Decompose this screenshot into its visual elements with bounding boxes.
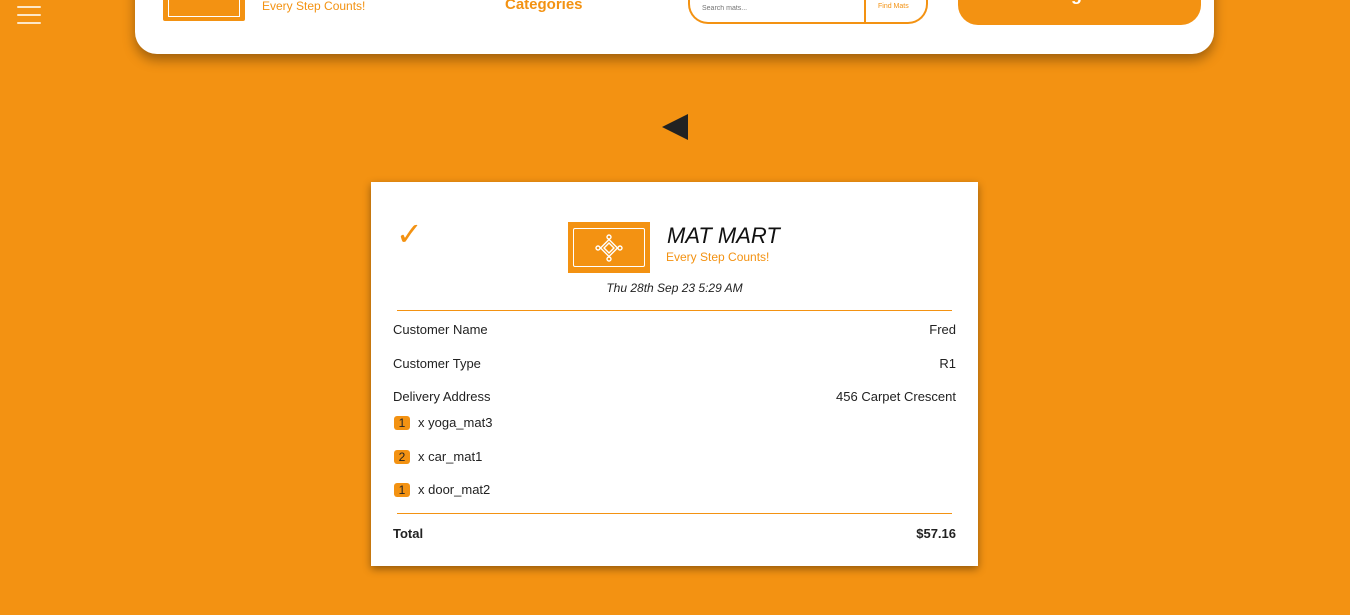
back-arrow-icon[interactable] bbox=[662, 114, 688, 140]
order-receipt: ✓ MAT MART Every Step Counts! Thu 28th S… bbox=[371, 182, 978, 566]
item-name: x door_mat2 bbox=[418, 482, 491, 497]
checkmark-icon: ✓ bbox=[396, 216, 423, 252]
search-divider bbox=[864, 0, 866, 22]
customer-type-row: Customer Type R1 bbox=[393, 356, 956, 371]
quantity-badge: 2 bbox=[394, 450, 410, 464]
field-label: Customer Type bbox=[393, 356, 481, 371]
header-logo-icon[interactable] bbox=[163, 0, 245, 21]
quantity-badge: 1 bbox=[394, 416, 410, 430]
total-row: Total $57.16 bbox=[393, 526, 956, 541]
search-button[interactable]: Find Mats bbox=[878, 3, 909, 10]
categories-button[interactable]: Categories bbox=[505, 0, 583, 13]
search-input[interactable] bbox=[700, 0, 864, 16]
customer-name-row: Customer Name Fred bbox=[393, 322, 956, 337]
field-value: Fred bbox=[929, 322, 956, 337]
field-label: Delivery Address bbox=[393, 389, 491, 404]
receipt-tagline: Every Step Counts! bbox=[666, 250, 770, 264]
search-bar: Find Mats bbox=[688, 0, 928, 24]
item-name: x yoga_mat3 bbox=[418, 415, 493, 430]
total-value: $57.16 bbox=[916, 526, 956, 541]
mat-mart-logo-icon bbox=[568, 222, 650, 273]
field-label: Customer Name bbox=[393, 322, 488, 337]
header-tagline: Every Step Counts! bbox=[262, 0, 366, 13]
delivery-address-row: Delivery Address 456 Carpet Crescent bbox=[393, 389, 956, 404]
field-value: 456 Carpet Crescent bbox=[836, 389, 956, 404]
item-name: x car_mat1 bbox=[418, 449, 483, 464]
divider bbox=[397, 513, 952, 514]
divider bbox=[397, 310, 952, 311]
logout-button[interactable]: Logout bbox=[958, 0, 1201, 25]
receipt-brand-name: MAT MART bbox=[667, 223, 780, 248]
site-header: Every Step Counts! Categories Find Mats … bbox=[135, 0, 1214, 54]
hamburger-menu-icon[interactable] bbox=[17, 6, 41, 26]
list-item: 1 x door_mat2 bbox=[394, 482, 490, 497]
list-item: 2 x car_mat1 bbox=[394, 449, 482, 464]
list-item: 1 x yoga_mat3 bbox=[394, 415, 492, 430]
quantity-badge: 1 bbox=[394, 483, 410, 497]
receipt-date: Thu 28th Sep 23 5:29 AM bbox=[606, 281, 743, 295]
total-label: Total bbox=[393, 526, 424, 541]
field-value: R1 bbox=[939, 356, 956, 371]
